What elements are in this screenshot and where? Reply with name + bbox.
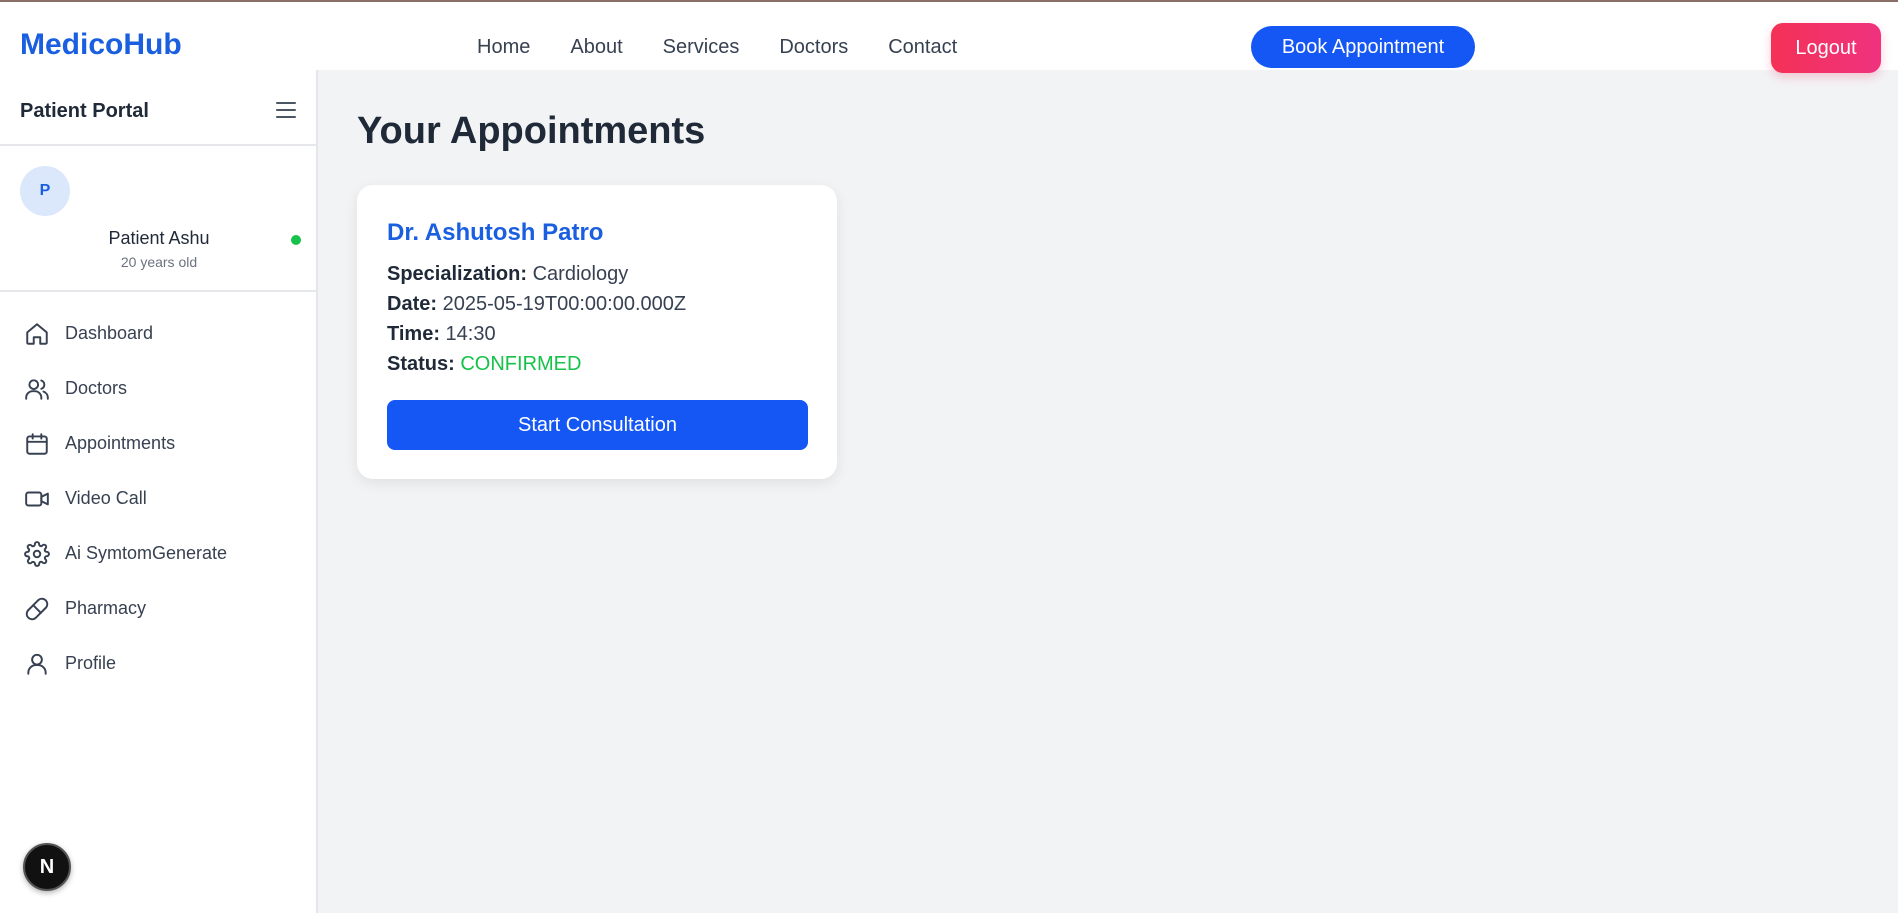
calendar-icon [26, 432, 48, 455]
book-appointment-button[interactable]: Book Appointment [1251, 26, 1475, 68]
sidebar-item-label: Pharmacy [65, 598, 147, 618]
sidebar-header: Patient Portal [0, 70, 316, 146]
nav-services[interactable]: Services [663, 36, 740, 59]
brand-logo[interactable]: MedicoHub [20, 28, 182, 62]
specialization-value: Cardiology [532, 263, 629, 285]
sidebar-menu: Dashboard Doctors Appointments Video Cal… [0, 292, 316, 691]
sidebar-title: Patient Portal [20, 100, 149, 122]
status-badge: CONFIRMED [460, 353, 582, 375]
user-icon [27, 653, 47, 675]
sidebar-item-ai-symptom[interactable]: Ai SymtomGenerate [0, 526, 316, 581]
start-consultation-button[interactable]: Start Consultation [387, 400, 808, 450]
date-label: Date: [387, 293, 438, 315]
profile-card: P Patient Ashu 20 years old [0, 146, 316, 292]
sidebar-item-pharmacy[interactable]: Pharmacy [0, 581, 316, 636]
sidebar-item-profile[interactable]: Profile [0, 636, 316, 691]
status-label: Status: [387, 353, 455, 375]
specialization-label: Specialization: [387, 263, 528, 285]
time-label: Time: [387, 323, 440, 345]
sidebar-item-label: Appointments [65, 433, 176, 453]
logout-button[interactable]: Logout [1771, 23, 1881, 73]
patient-name: Patient Ashu [108, 228, 210, 248]
patient-age: 20 years old [120, 254, 198, 270]
sidebar-item-appointments[interactable]: Appointments [0, 416, 316, 471]
main-nav: Home About Services Doctors Contact [477, 36, 957, 59]
home-icon [26, 322, 48, 345]
date-value: 2025-05-19T00:00:00.000Z [442, 293, 687, 315]
nav-about[interactable]: About [570, 36, 622, 59]
time-row: Time: 14:30 [387, 323, 496, 346]
sidebar-item-video-call[interactable]: Video Call [0, 471, 316, 526]
pill-icon [25, 597, 49, 620]
doctor-name: Dr. Ashutosh Patro [387, 219, 604, 246]
nav-doctors[interactable]: Doctors [779, 36, 848, 59]
sidebar-item-label: Profile [65, 653, 117, 673]
nav-home[interactable]: Home [477, 36, 530, 59]
status-row: Status: CONFIRMED [387, 353, 581, 376]
top-navbar: MedicoHub Home About Services Doctors Co… [0, 2, 1898, 73]
page-title: Your Appointments [357, 110, 706, 152]
specialization-row: Specialization: Cardiology [387, 263, 628, 286]
avatar[interactable]: P [20, 166, 70, 216]
video-icon [25, 491, 49, 506]
gear-icon [24, 540, 50, 567]
sidebar-item-label: Dashboard [65, 323, 154, 343]
time-value: 14:30 [445, 323, 496, 345]
menu-icon[interactable] [276, 102, 296, 118]
users-icon [25, 378, 49, 400]
sidebar: Patient Portal P Patient Ashu 20 years o… [0, 70, 318, 913]
sidebar-item-doctors[interactable]: Doctors [0, 361, 316, 416]
nav-contact[interactable]: Contact [888, 36, 957, 59]
floating-n-badge[interactable]: N [23, 843, 71, 891]
sidebar-item-dashboard[interactable]: Dashboard [0, 306, 316, 361]
appointment-card: Dr. Ashutosh Patro Specialization: Cardi… [357, 185, 837, 479]
date-row: Date: 2025-05-19T00:00:00.000Z [387, 293, 686, 316]
sidebar-item-label: Ai SymtomGenerate [65, 543, 228, 563]
sidebar-item-label: Video Call [65, 488, 147, 508]
sidebar-item-label: Doctors [65, 378, 128, 398]
